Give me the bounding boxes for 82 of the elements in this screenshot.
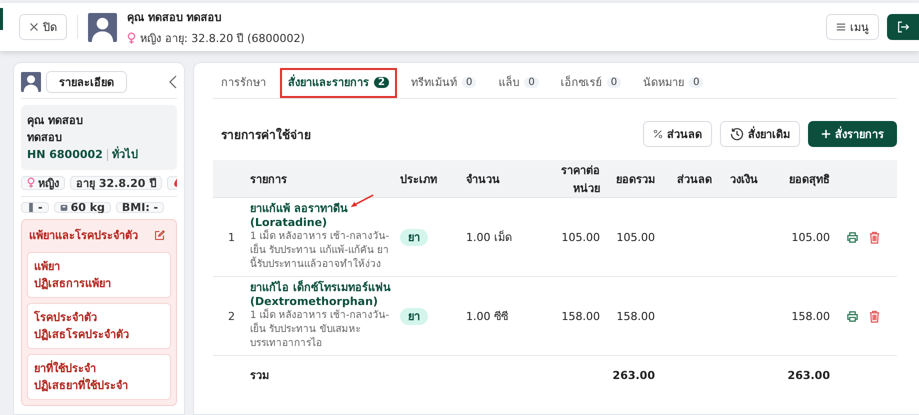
- print-icon[interactable]: [846, 230, 859, 244]
- tab[interactable]: แล็บ 0: [490, 68, 547, 98]
- discount-button[interactable]: ส่วนลด: [643, 121, 712, 147]
- drug-instructions: 1 เม็ด หลังอาหาร เช้า-กลางวัน-เย็น รับประทาน ขับเสมหะ บรรเทาอาการไอ: [250, 309, 390, 351]
- patient-gender: หญิง: [140, 30, 161, 46]
- info-chip: BMI: -: [116, 202, 164, 213]
- close-button[interactable]: ปิด: [19, 14, 67, 40]
- quantity-cell-text: 1.00 ซีซี: [465, 309, 509, 325]
- female-icon: [127, 32, 136, 44]
- window-edge: [0, 8, 3, 30]
- ruler-icon: [27, 202, 35, 213]
- info-chip: อายุ 32.8.20 ปี: [70, 176, 162, 190]
- tab[interactable]: ทรีทเม้นท์ 0: [402, 68, 484, 98]
- net-cell-text: 158.00: [790, 310, 830, 322]
- allergy-title: แพ้ยาและโรคประจำตัว: [29, 228, 138, 244]
- menu-icon: [836, 22, 846, 32]
- column-header: ประเภท: [399, 172, 438, 188]
- trash-icon[interactable]: [868, 310, 881, 322]
- tab[interactable]: นัดหมาย 0: [635, 68, 712, 98]
- trash-icon[interactable]: [868, 230, 881, 244]
- column-header: ราคาต่อหน่วย: [560, 162, 600, 196]
- close-icon: [29, 22, 39, 32]
- column-header: จำนวน: [465, 172, 501, 188]
- row-number: 1: [227, 230, 236, 244]
- unit-price-cell-text: 105.00: [560, 230, 600, 244]
- drug-generic-name: (Loratadine): [250, 216, 328, 229]
- patient-name: คุณ ทดสอบ: [27, 113, 84, 129]
- annotation-arrow: [350, 194, 374, 209]
- column-header: ส่วนลด: [676, 172, 713, 188]
- female-icon: [27, 177, 35, 188]
- history-icon: [730, 127, 744, 141]
- quantity-cell-text: 1.00 เม็ด: [465, 229, 513, 246]
- allergy-value: ปฏิเสธยาที่ใช้ประจำ: [34, 377, 129, 394]
- total-cell-text: 158.00: [616, 310, 656, 322]
- total-label: รวม: [250, 368, 270, 384]
- patient-name: คุณ ทดสอบ ทดสอบ: [127, 10, 223, 26]
- tab[interactable]: การรักษา: [213, 68, 274, 98]
- info-chip: 60 kg: [54, 202, 111, 213]
- patient-age: อายุ: 32.8.20 ปี (6800002): [165, 30, 305, 46]
- plus-icon: [821, 129, 831, 139]
- column-header: ยอดสุทธิ: [788, 172, 830, 188]
- drug-name: ยาแก้แพ้ ลอราทาดีน: [250, 202, 348, 216]
- allergy-label: โรคประจำตัว: [34, 310, 98, 326]
- allergy-label: แพ้ยา: [34, 259, 61, 275]
- print-icon[interactable]: [846, 310, 859, 322]
- percent-icon: [653, 129, 663, 139]
- history-button[interactable]: สั่งยาเดิม: [720, 121, 800, 147]
- exit-icon: [897, 20, 910, 34]
- net-cell-text: 105.00: [790, 230, 830, 244]
- patient-category: ทั่วไป: [112, 146, 138, 163]
- row-number: 2: [227, 310, 236, 322]
- avatar-icon: [88, 12, 117, 42]
- grand-total: 263.00: [612, 368, 656, 382]
- column-header: รายการ: [250, 172, 288, 188]
- patient-name: ทดสอบ: [27, 130, 63, 146]
- tab[interactable]: เอ็กซเรย์ 0: [552, 68, 630, 98]
- total-cell-text: 105.00: [616, 230, 656, 244]
- allergy-value: ปฏิเสธการแพ้ยา: [34, 276, 112, 292]
- details-button[interactable]: รายละเอียด: [46, 71, 127, 93]
- allergy-label: ยาที่ใช้ประจำ: [34, 360, 97, 377]
- collapse-icon[interactable]: [169, 75, 177, 89]
- info-chip: หญิง: [21, 176, 65, 190]
- avatar-icon: [21, 72, 41, 92]
- net-total: 263.00: [786, 368, 830, 382]
- edit-icon[interactable]: [154, 230, 165, 240]
- add-button[interactable]: สั่งรายการ: [808, 121, 897, 147]
- scale-icon: [60, 202, 68, 213]
- type-badge: ยา: [400, 308, 428, 325]
- tab[interactable]: สั่งยาและรายการ 2: [280, 68, 397, 98]
- drug-generic-name: (Dextromethorphan): [250, 295, 379, 308]
- allergy-value: ปฏิเสธโรคประจำตัว: [34, 326, 130, 343]
- section-title: รายการค่าใช้จ่าย: [221, 126, 311, 144]
- drug-name: ยาแก้ไอ เด็กซ์โทรเมทอร์แฟน: [250, 281, 391, 295]
- info-chip: -: [21, 202, 49, 213]
- column-header: ยอดรวม: [615, 172, 656, 188]
- exit-button[interactable]: [887, 14, 919, 40]
- type-badge: ยา: [400, 229, 428, 246]
- unit-price-cell-text: 158.00: [560, 310, 600, 322]
- drug-instructions: 1 เม็ด หลังอาหาร เช้า-กลางวัน-เย็น รับประทาน แก้แพ้-แก้คัน ยานี้รับประทานแล้วอาจทำให้ง่วง: [250, 230, 390, 272]
- menu-button[interactable]: เมนู: [826, 14, 879, 40]
- hn-number: HN 6800002: [27, 147, 103, 163]
- column-header: วงเงิน: [729, 172, 759, 188]
